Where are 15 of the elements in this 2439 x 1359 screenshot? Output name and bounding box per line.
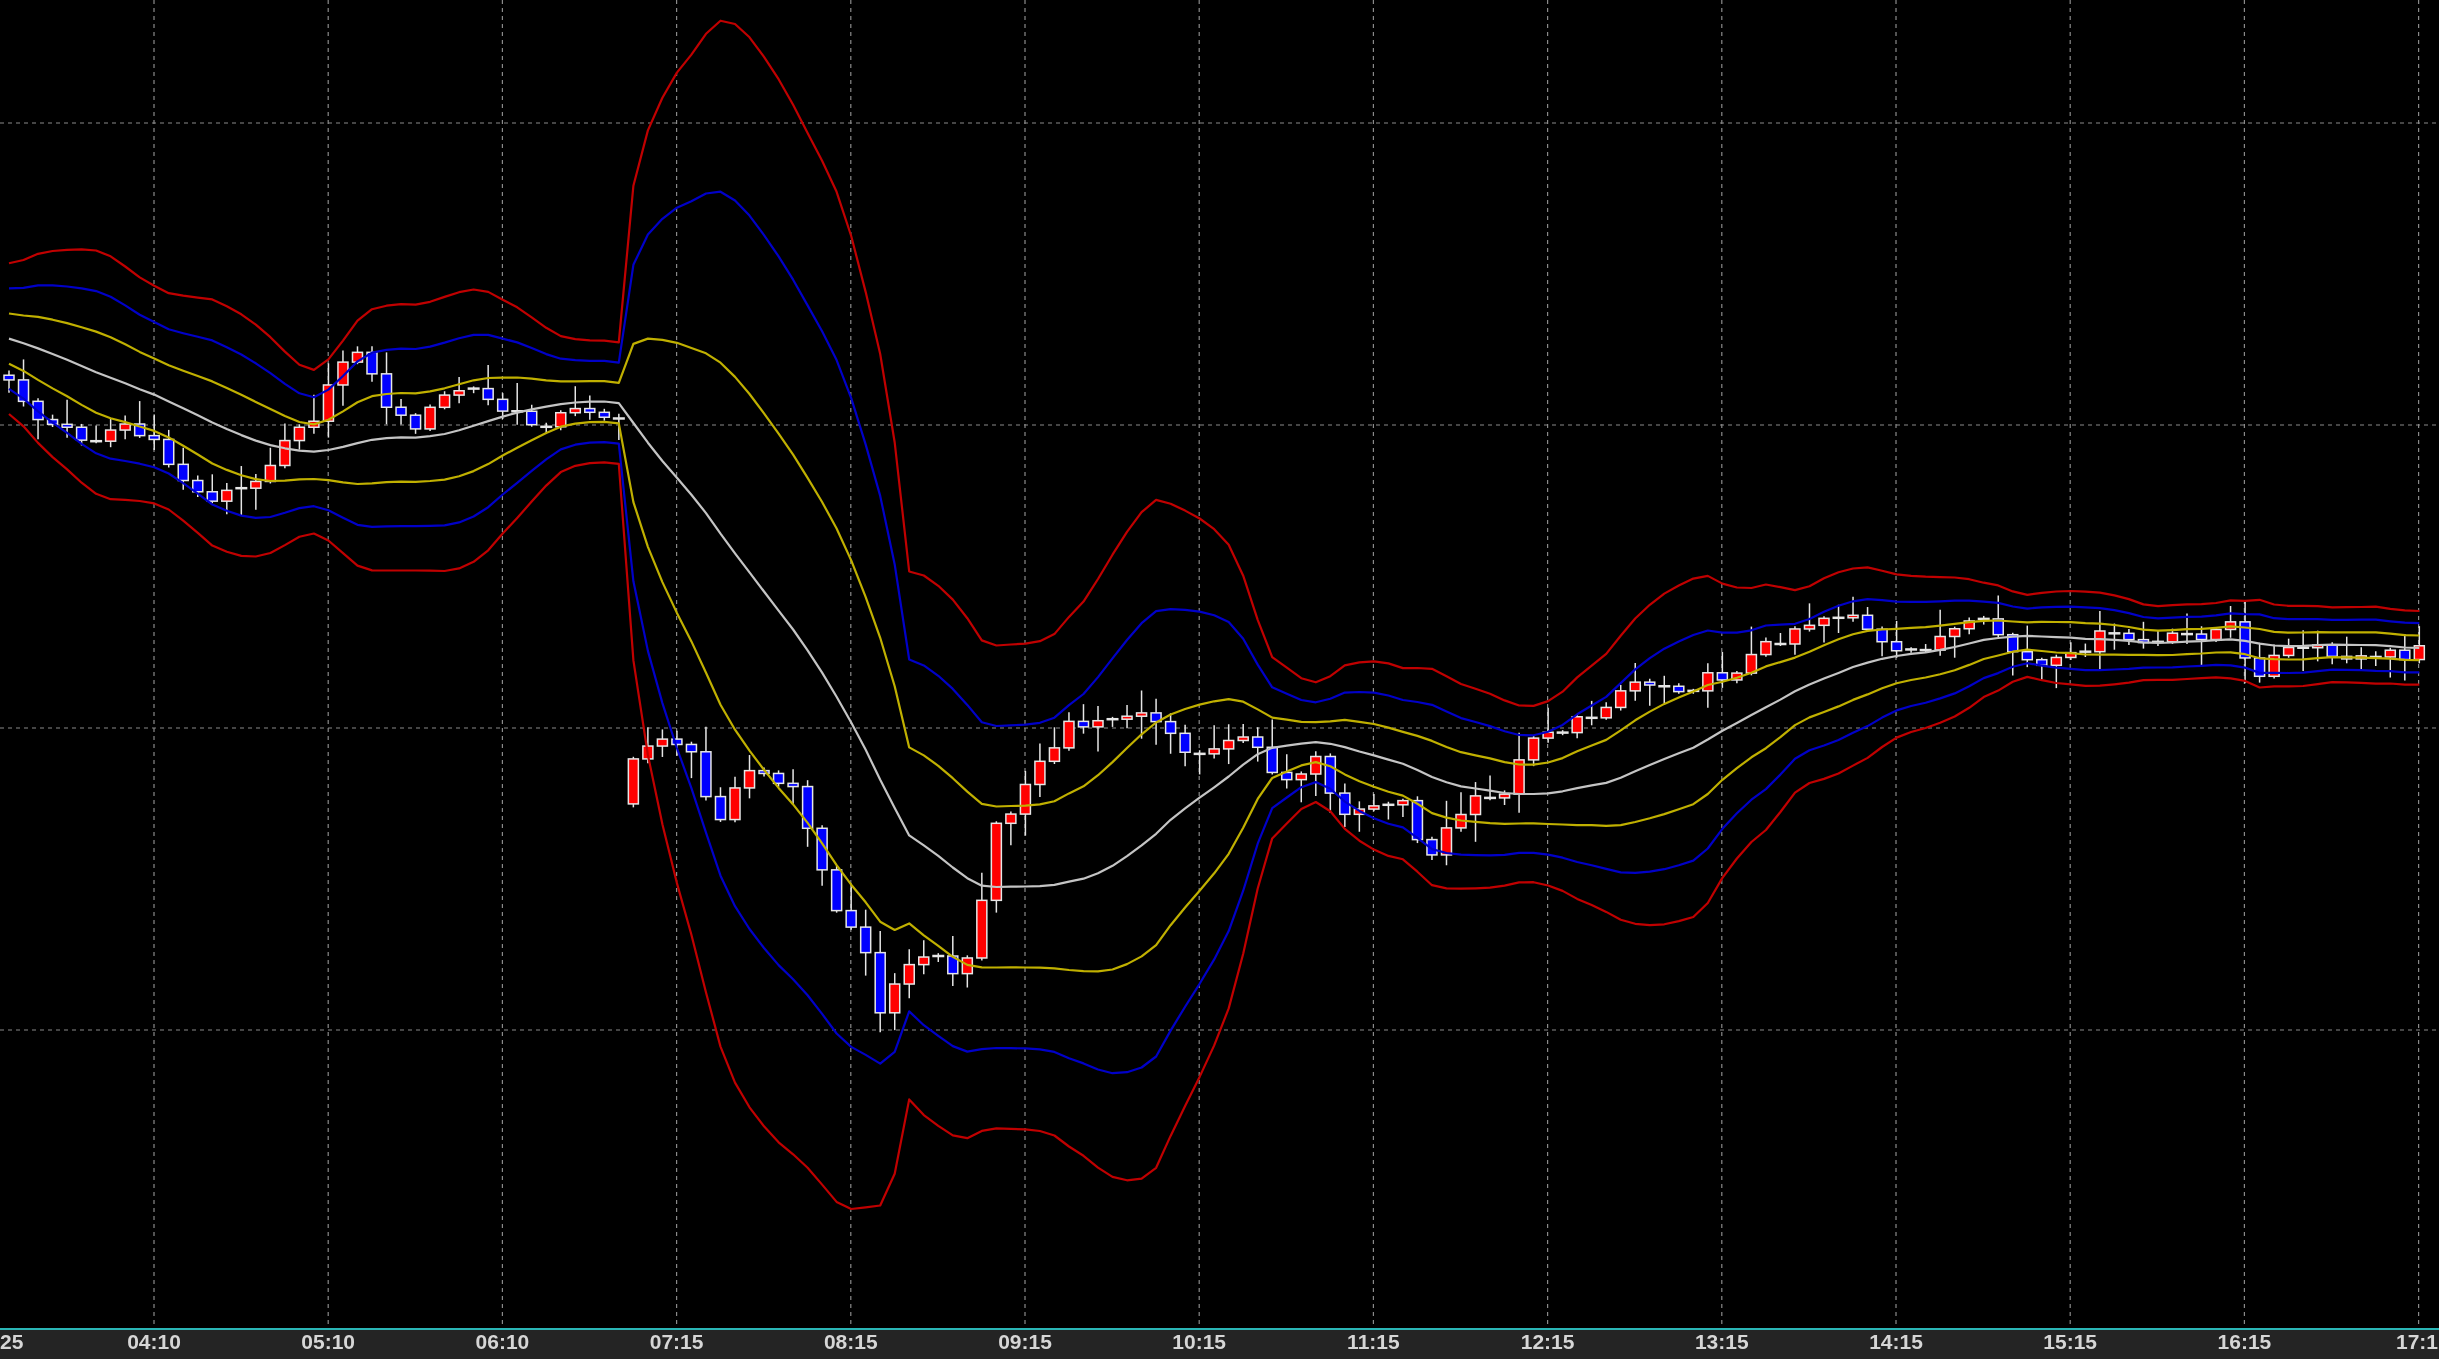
time-axis-label: 05:10 [301,1330,356,1353]
time-axis-label: 11:15 [1347,1330,1400,1353]
time-axis-label: 15:15 [2043,1330,2098,1353]
time-axis-label: 14:15 [1869,1330,1923,1353]
time-axis-label: 09:15 [998,1330,1052,1353]
time-axis-label: 25 [0,1330,24,1353]
time-axis-label: 16:15 [2217,1330,2272,1353]
time-axis-label: 07:15 [649,1330,704,1353]
time-axis-label: 17:1 [2395,1330,2438,1353]
time-axis-label: 10:15 [1172,1330,1227,1353]
time-axis-label: 12:15 [1520,1330,1575,1353]
time-axis-label: 13:15 [1694,1330,1749,1353]
time-axis-label: 04:10 [127,1330,181,1353]
time-axis-label: 08:15 [823,1330,878,1353]
time-axis-label: 06:10 [475,1330,530,1353]
